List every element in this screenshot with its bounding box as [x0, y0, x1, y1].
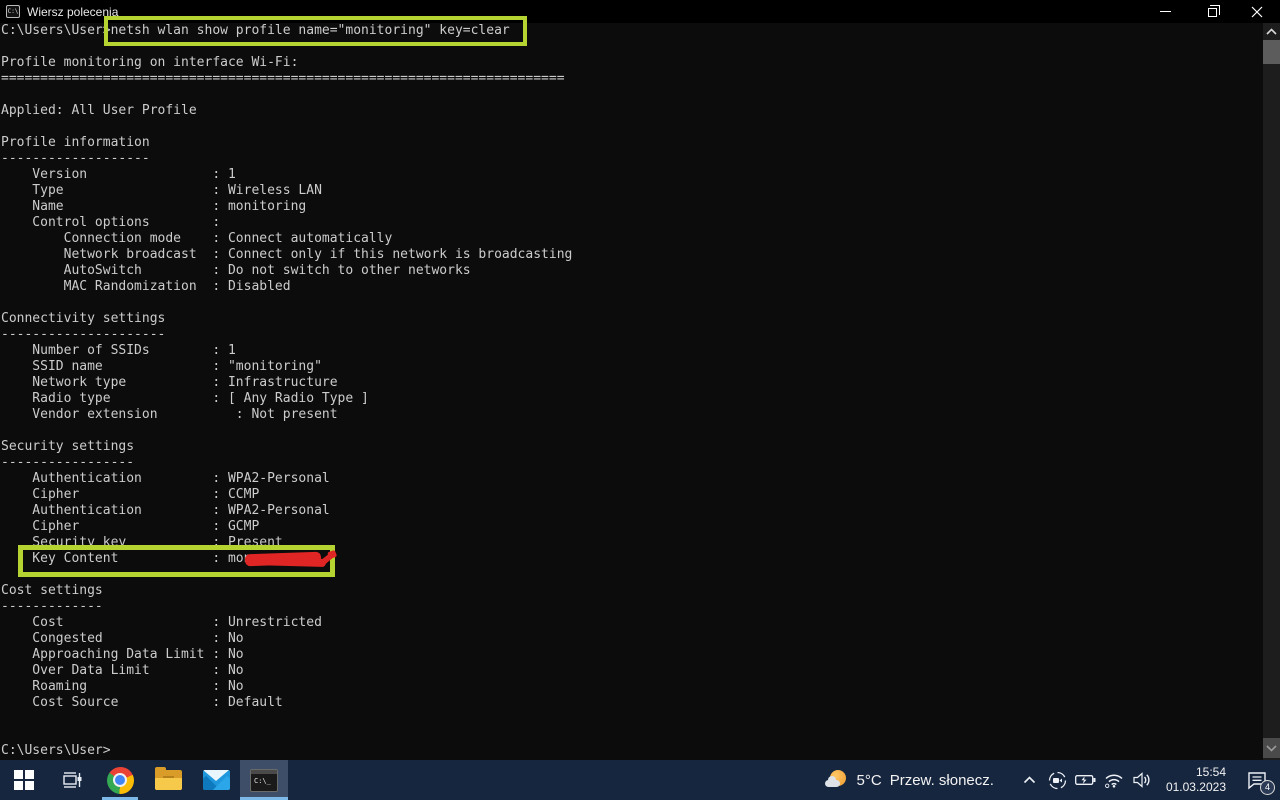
chevron-down-icon [1266, 745, 1277, 752]
clock-time: 15:54 [1166, 765, 1226, 780]
system-tray: 5°C Przew. słonecz. [823, 760, 1280, 800]
restore-button[interactable] [1188, 0, 1234, 23]
minimize-icon [1160, 11, 1171, 12]
taskbar-clock[interactable]: 15:54 01.03.2023 [1166, 765, 1226, 795]
window-title: Wiersz polecenia [27, 5, 118, 19]
cmd-window: C:\ Wiersz polecenia C:\Users\User>netsh… [0, 0, 1280, 760]
taskbar: C:\_ 5°C Przew. słonecz. [0, 760, 1280, 800]
scrollbar-thumb[interactable] [1263, 40, 1280, 64]
tray-expand-button[interactable] [1018, 766, 1042, 794]
taskbar-cmd-active[interactable]: C:\_ [240, 760, 288, 800]
battery-charging-icon [1075, 774, 1096, 786]
speaker-icon [1132, 772, 1152, 788]
taskbar-mail[interactable] [192, 760, 240, 800]
temperature-label: 5°C [857, 772, 882, 789]
minimize-button[interactable] [1142, 0, 1188, 23]
network-button[interactable] [1102, 766, 1126, 794]
mail-icon [203, 770, 230, 790]
notification-badge: 4 [1260, 780, 1275, 795]
chevron-up-icon [1266, 28, 1277, 35]
taskbar-file-explorer[interactable] [144, 760, 192, 800]
restore-icon [1208, 8, 1217, 17]
task-view-button[interactable] [48, 760, 96, 800]
terminal-output[interactable]: C:\Users\User>netsh wlan show profile na… [1, 23, 1263, 760]
weather-widget[interactable]: 5°C Przew. słonecz. [823, 768, 994, 792]
window-controls [1142, 0, 1280, 23]
clock-date: 01.03.2023 [1166, 780, 1226, 795]
cmd-window-icon: C:\ [6, 5, 20, 18]
start-button[interactable] [0, 760, 48, 800]
chevron-up-icon [1023, 776, 1036, 784]
titlebar[interactable]: C:\ Wiersz polecenia [0, 0, 1280, 23]
windows-logo-icon [14, 770, 34, 790]
weather-sun-cloud-icon [823, 768, 849, 792]
volume-button[interactable] [1130, 766, 1154, 794]
taskbar-chrome[interactable] [96, 760, 144, 800]
scrollbar-down-arrow[interactable] [1263, 738, 1280, 758]
chrome-icon [107, 767, 134, 794]
scrollbar-up-arrow[interactable] [1263, 23, 1280, 40]
meet-now-button[interactable] [1046, 766, 1070, 794]
cmd-icon: C:\_ [250, 769, 278, 792]
task-view-icon [61, 769, 83, 791]
file-explorer-icon [155, 770, 182, 790]
battery-button[interactable] [1074, 766, 1098, 794]
taskbar-apps: C:\_ [0, 760, 288, 800]
weather-condition-label: Przew. słonecz. [890, 772, 994, 789]
cmd-icon-text: C:\_ [254, 777, 271, 785]
desktop: C:\ Wiersz polecenia C:\Users\User>netsh… [0, 0, 1280, 800]
action-center-button[interactable]: 4 [1240, 765, 1274, 795]
meet-now-icon [1048, 771, 1067, 790]
wifi-icon [1104, 773, 1124, 788]
close-icon [1251, 6, 1263, 18]
scrollbar[interactable] [1263, 23, 1280, 760]
close-button[interactable] [1234, 0, 1280, 23]
